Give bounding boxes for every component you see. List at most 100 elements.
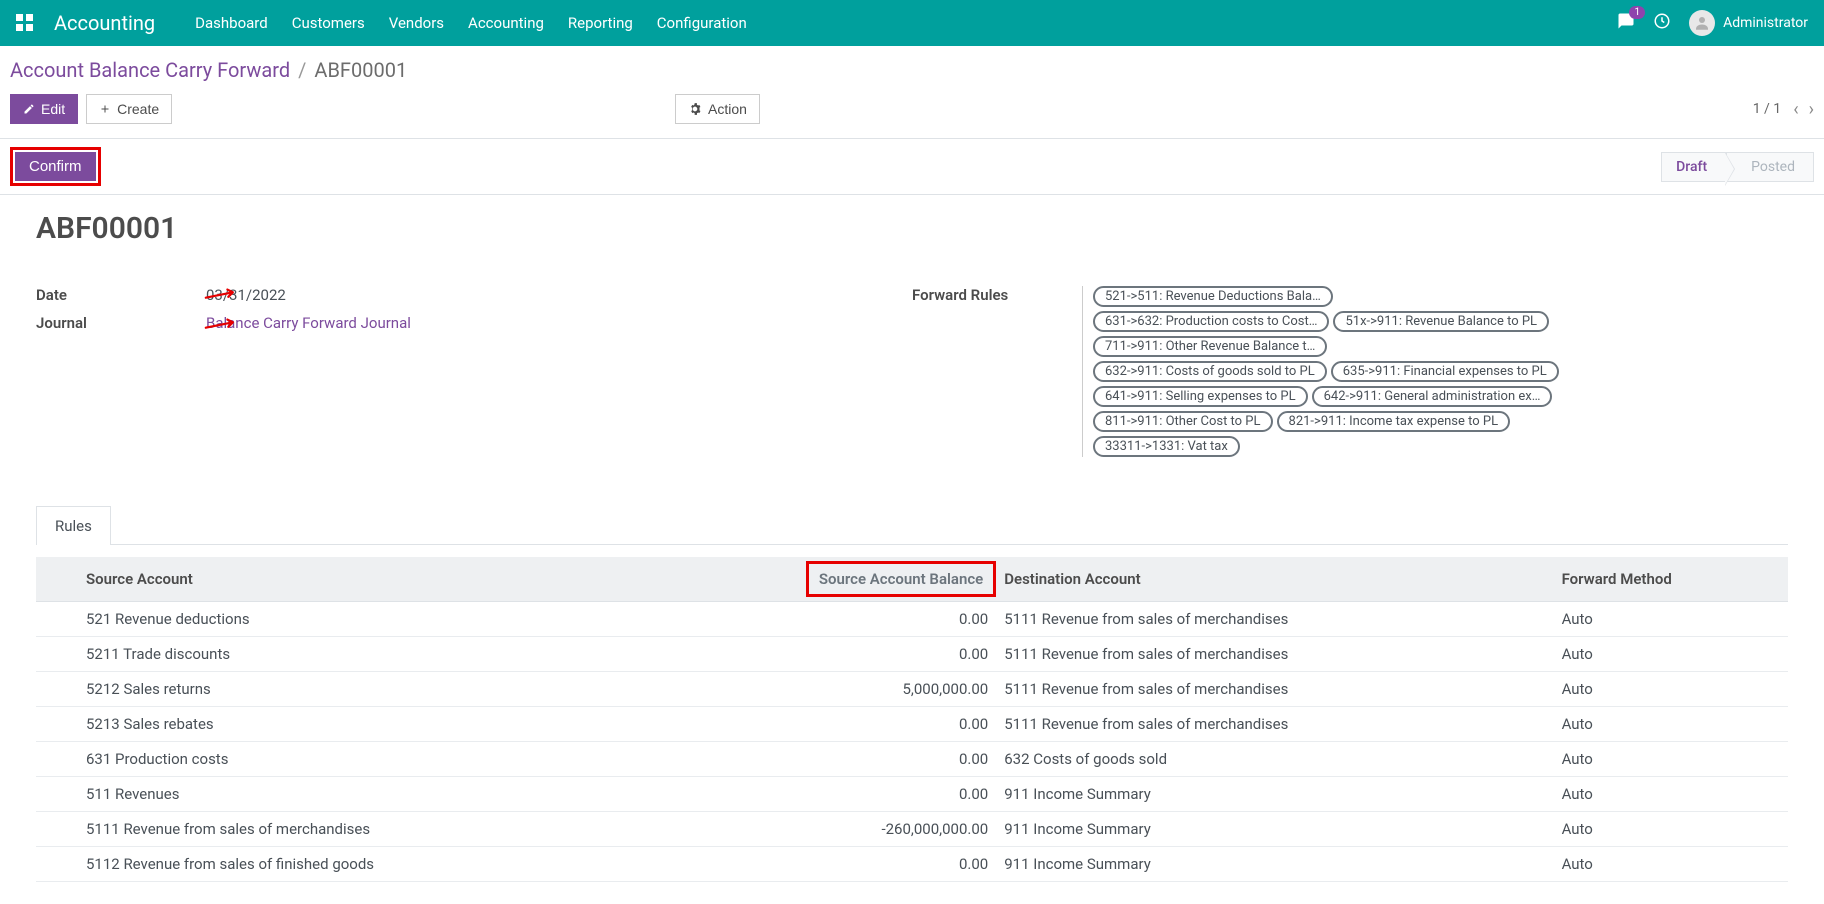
action-label: Action bbox=[708, 101, 747, 117]
nav-accounting[interactable]: Accounting bbox=[468, 14, 544, 32]
forward-rule-tag[interactable]: 821->911: Income tax expense to PL bbox=[1277, 411, 1511, 432]
forward-rule-tag[interactable]: 631->632: Production costs to Cost… bbox=[1093, 311, 1329, 332]
table-row[interactable]: 5112 Revenue from sales of finished good… bbox=[36, 847, 1788, 882]
cell-dest-account: 632 Costs of goods sold bbox=[996, 742, 1553, 777]
cell-source-balance: 0.00 bbox=[643, 602, 997, 637]
action-button[interactable]: Action bbox=[675, 94, 760, 124]
pager-next[interactable]: › bbox=[1809, 99, 1814, 120]
cell-source-balance: 0.00 bbox=[643, 742, 997, 777]
th-forward-method[interactable]: Forward Method bbox=[1554, 557, 1788, 602]
confirm-button[interactable]: Confirm bbox=[15, 152, 96, 181]
status-bar: Confirm Draft Posted bbox=[0, 139, 1824, 195]
create-label: Create bbox=[117, 101, 159, 117]
cell-dest-account: 5111 Revenue from sales of merchandises bbox=[996, 707, 1553, 742]
forward-rule-tag[interactable]: 521->511: Revenue Deductions Bala… bbox=[1093, 286, 1333, 307]
th-source-account[interactable]: Source Account bbox=[78, 557, 643, 602]
cell-dest-account: 5111 Revenue from sales of merchandises bbox=[996, 602, 1553, 637]
breadcrumb-current: ABF00001 bbox=[314, 58, 407, 82]
tab-rules[interactable]: Rules bbox=[36, 506, 111, 545]
confirm-highlight: Confirm bbox=[10, 147, 101, 186]
tabs: Rules bbox=[36, 505, 1788, 545]
cell-source-balance: 5,000,000.00 bbox=[643, 672, 997, 707]
cell-dest-account: 911 Income Summary bbox=[996, 847, 1553, 882]
forward-rule-tag[interactable]: 641->911: Selling expenses to PL bbox=[1093, 386, 1308, 407]
forward-rules-tags: 521->511: Revenue Deductions Bala… 631->6… bbox=[1082, 286, 1562, 457]
brand-title: Accounting bbox=[54, 11, 155, 35]
cell-source-balance: 0.00 bbox=[643, 847, 997, 882]
forward-rule-tag[interactable]: 51x->911: Revenue Balance to PL bbox=[1333, 311, 1549, 332]
table-row[interactable]: 5111 Revenue from sales of merchandises … bbox=[36, 812, 1788, 847]
cell-source-account: 631 Production costs bbox=[78, 742, 643, 777]
table-row[interactable]: 631 Production costs 0.00 632 Costs of g… bbox=[36, 742, 1788, 777]
status-posted[interactable]: Posted bbox=[1726, 152, 1814, 182]
cell-forward-method: Auto bbox=[1554, 602, 1788, 637]
cell-source-account: 5213 Sales rebates bbox=[78, 707, 643, 742]
cell-source-account: 5211 Trade discounts bbox=[78, 637, 643, 672]
record-title: ABF00001 bbox=[36, 211, 1788, 246]
cell-source-account: 511 Revenues bbox=[78, 777, 643, 812]
cell-dest-account: 911 Income Summary bbox=[996, 777, 1553, 812]
avatar bbox=[1689, 10, 1715, 36]
user-menu[interactable]: Administrator bbox=[1689, 10, 1808, 36]
table-row[interactable]: 5211 Trade discounts 0.00 5111 Revenue f… bbox=[36, 637, 1788, 672]
cell-source-balance: -260,000,000.00 bbox=[643, 812, 997, 847]
th-source-balance-highlight: Source Account Balance bbox=[806, 561, 996, 597]
cell-source-account: 521 Revenue deductions bbox=[78, 602, 643, 637]
cell-forward-method: Auto bbox=[1554, 777, 1788, 812]
breadcrumb-parent[interactable]: Account Balance Carry Forward bbox=[10, 58, 290, 82]
user-name: Administrator bbox=[1723, 15, 1808, 31]
annotation-arrow bbox=[204, 288, 240, 306]
cell-forward-method: Auto bbox=[1554, 707, 1788, 742]
forward-rule-tag[interactable]: 811->911: Other Cost to PL bbox=[1093, 411, 1273, 432]
cell-forward-method: Auto bbox=[1554, 637, 1788, 672]
cell-source-account: 5111 Revenue from sales of merchandises bbox=[78, 812, 643, 847]
th-dest-account[interactable]: Destination Account bbox=[996, 557, 1553, 602]
activity-icon[interactable] bbox=[1653, 12, 1671, 34]
nav-customers[interactable]: Customers bbox=[292, 14, 365, 32]
nav-reporting[interactable]: Reporting bbox=[568, 14, 633, 32]
chat-badge: 1 bbox=[1629, 6, 1645, 19]
table-row[interactable]: 5212 Sales returns 5,000,000.00 5111 Rev… bbox=[36, 672, 1788, 707]
journal-label: Journal bbox=[36, 314, 206, 332]
nav-dashboard[interactable]: Dashboard bbox=[195, 14, 268, 32]
form-sheet: ABF00001 Date 03/31/2022 Journal Balance… bbox=[0, 195, 1824, 902]
cell-forward-method: Auto bbox=[1554, 847, 1788, 882]
status-draft[interactable]: Draft bbox=[1661, 152, 1726, 182]
nav-items: Dashboard Customers Vendors Accounting R… bbox=[195, 14, 1617, 32]
pager-prev[interactable]: ‹ bbox=[1793, 99, 1798, 120]
th-source-balance[interactable]: Source Account Balance bbox=[643, 557, 997, 602]
forward-rule-tag[interactable]: 632->911: Costs of goods sold to PL bbox=[1093, 361, 1327, 382]
cell-forward-method: Auto bbox=[1554, 672, 1788, 707]
cell-dest-account: 911 Income Summary bbox=[996, 812, 1553, 847]
cell-dest-account: 5111 Revenue from sales of merchandises bbox=[996, 672, 1553, 707]
breadcrumb: Account Balance Carry Forward / ABF00001 bbox=[0, 46, 1824, 90]
forward-rule-tag[interactable]: 711->911: Other Revenue Balance t… bbox=[1093, 336, 1327, 357]
breadcrumb-separator: / bbox=[298, 58, 306, 82]
rules-table: Source Account Source Account Balance De… bbox=[36, 557, 1788, 882]
cell-forward-method: Auto bbox=[1554, 812, 1788, 847]
create-button[interactable]: Create bbox=[86, 94, 172, 124]
navbar: Accounting Dashboard Customers Vendors A… bbox=[0, 0, 1824, 46]
cell-source-account: 5212 Sales returns bbox=[78, 672, 643, 707]
cell-source-balance: 0.00 bbox=[643, 777, 997, 812]
forward-rule-tag[interactable]: 635->911: Financial expenses to PL bbox=[1331, 361, 1559, 382]
table-row[interactable]: 521 Revenue deductions 0.00 5111 Revenue… bbox=[36, 602, 1788, 637]
status-stages: Draft Posted bbox=[1661, 152, 1814, 182]
cell-dest-account: 5111 Revenue from sales of merchandises bbox=[996, 637, 1553, 672]
cell-source-balance: 0.00 bbox=[643, 637, 997, 672]
annotation-arrow bbox=[204, 318, 240, 336]
table-row[interactable]: 511 Revenues 0.00 911 Income Summary Aut… bbox=[36, 777, 1788, 812]
chat-icon[interactable]: 1 bbox=[1617, 12, 1635, 34]
date-label: Date bbox=[36, 286, 206, 304]
pager: 1 / 1 ‹ › bbox=[1753, 99, 1814, 120]
forward-rule-tag[interactable]: 642->911: General administration ex… bbox=[1312, 386, 1553, 407]
cell-source-balance: 0.00 bbox=[643, 707, 997, 742]
nav-configuration[interactable]: Configuration bbox=[657, 14, 747, 32]
table-row[interactable]: 5213 Sales rebates 0.00 5111 Revenue fro… bbox=[36, 707, 1788, 742]
apps-icon[interactable] bbox=[16, 14, 34, 32]
th-pad bbox=[36, 557, 78, 602]
forward-rules-label: Forward Rules bbox=[912, 286, 1082, 457]
forward-rule-tag[interactable]: 33311->1331: Vat tax bbox=[1093, 436, 1240, 457]
nav-vendors[interactable]: Vendors bbox=[389, 14, 444, 32]
edit-button[interactable]: Edit bbox=[10, 94, 78, 124]
